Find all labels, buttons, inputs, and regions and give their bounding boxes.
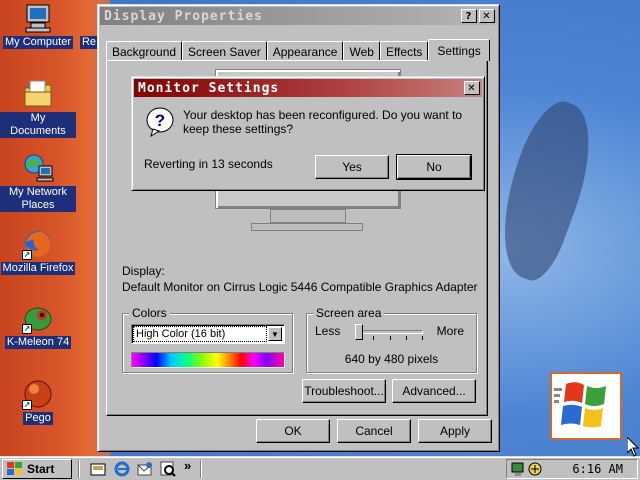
show-desktop-icon[interactable] bbox=[90, 461, 106, 477]
tab-background[interactable]: Background bbox=[106, 41, 183, 61]
slider-ticks bbox=[357, 336, 423, 340]
display-adapter-value: Default Monitor on Cirrus Logic 5446 Com… bbox=[122, 280, 478, 294]
countdown-text: Reverting in 13 seconds bbox=[144, 157, 273, 171]
screen-area-legend: Screen area bbox=[313, 306, 385, 320]
taskbar-separator bbox=[200, 460, 202, 478]
desktop-icon-label: Pego bbox=[23, 412, 53, 425]
question-icon: ? bbox=[145, 107, 175, 138]
k-meleon-icon: ↗ bbox=[22, 302, 54, 334]
my-computer-icon bbox=[22, 2, 54, 34]
dropdown-arrow-icon[interactable]: ▼ bbox=[268, 327, 282, 341]
question-glyph: ? bbox=[155, 111, 165, 130]
system-tray: 6:16 AM bbox=[506, 459, 638, 479]
search-icon[interactable] bbox=[160, 461, 176, 477]
network-tray-icon[interactable] bbox=[527, 461, 543, 477]
shortcut-arrow-icon: ↗ bbox=[22, 250, 32, 260]
colors-select[interactable]: High Color (16 bit) ▼ bbox=[131, 324, 285, 344]
screen-area-slider-thumb[interactable] bbox=[355, 324, 363, 340]
no-button[interactable]: No bbox=[396, 154, 472, 180]
screen-area-groupbox: Screen area Less More 640 by 480 pixels bbox=[306, 306, 477, 373]
troubleshoot-button[interactable]: Troubleshoot... bbox=[302, 379, 386, 403]
close-button[interactable]: ✕ bbox=[464, 81, 480, 95]
display-tray-icon[interactable] bbox=[511, 461, 527, 477]
network-places-icon bbox=[22, 152, 54, 184]
tab-screen-saver[interactable]: Screen Saver bbox=[182, 41, 267, 61]
dialog-message: Your desktop has been reconfigured. Do y… bbox=[183, 108, 463, 136]
screen-area-less-label: Less bbox=[315, 324, 341, 338]
desktop-icon-k-meleon[interactable]: ↗ K-Meleon 74 bbox=[0, 302, 76, 349]
yes-button[interactable]: Yes bbox=[315, 155, 389, 179]
taskbar-separator bbox=[78, 460, 80, 478]
outlook-express-icon[interactable] bbox=[137, 461, 153, 477]
screen-area-value: 640 by 480 pixels bbox=[344, 352, 439, 366]
desktop-icon-firefox[interactable]: ↗ Mozilla Firefox bbox=[0, 228, 76, 275]
desktop-icon-label: My Documents bbox=[0, 112, 76, 138]
colors-groupbox: Colors High Color (16 bit) ▼ bbox=[122, 306, 293, 373]
windows-flag-icon bbox=[7, 462, 22, 475]
desktop-icon-label: My Network Places bbox=[0, 186, 76, 212]
my-documents-icon bbox=[22, 78, 54, 110]
firefox-icon: ↗ bbox=[22, 228, 54, 260]
windows-logo-icon bbox=[554, 382, 606, 428]
desktop-icon-my-documents[interactable]: My Documents bbox=[0, 78, 76, 138]
dialog-title: Monitor Settings bbox=[138, 80, 280, 96]
start-button[interactable]: Start bbox=[2, 459, 72, 479]
tab-effects[interactable]: Effects bbox=[379, 41, 429, 61]
display-label: Display: bbox=[122, 264, 165, 278]
pego-icon: ↗ bbox=[22, 378, 54, 410]
mouse-pointer-icon bbox=[626, 435, 640, 457]
monitor-settings-titlebar[interactable]: Monitor Settings ✕ bbox=[134, 79, 482, 97]
help-button[interactable]: ? bbox=[461, 9, 477, 23]
display-properties-titlebar[interactable]: Display Properties ? ✕ bbox=[100, 7, 497, 25]
cancel-button[interactable]: Cancel bbox=[337, 419, 411, 443]
tab-appearance[interactable]: Appearance bbox=[266, 41, 344, 61]
close-button[interactable]: ✕ bbox=[479, 9, 495, 23]
window-title: Display Properties bbox=[104, 8, 263, 24]
desktop-icon-label: Mozilla Firefox bbox=[0, 262, 76, 275]
desktop-icon-pego[interactable]: ↗ Pego bbox=[0, 378, 76, 425]
desktop-icon-network-places[interactable]: My Network Places bbox=[0, 152, 76, 212]
ok-button[interactable]: OK bbox=[256, 419, 330, 443]
colors-select-value: High Color (16 bit) bbox=[133, 326, 267, 342]
internet-explorer-icon[interactable] bbox=[114, 461, 130, 477]
colors-legend: Colors bbox=[129, 306, 170, 320]
shortcut-arrow-icon: ↗ bbox=[22, 400, 32, 410]
monitor-settings-dialog: Monitor Settings ✕ ? Your desktop has be… bbox=[131, 76, 485, 191]
screen-area-more-label: More bbox=[436, 324, 464, 338]
display-properties-window: Display Properties ? ✕ Background Screen… bbox=[97, 4, 500, 452]
screen-area-slider-track[interactable] bbox=[357, 330, 423, 334]
tab-settings[interactable]: Settings bbox=[428, 39, 490, 61]
tab-strip: Background Screen Saver Appearance Web E… bbox=[106, 39, 490, 61]
desktop-icon-label: K-Meleon 74 bbox=[4, 336, 72, 349]
monitor-base bbox=[251, 223, 363, 231]
quicklaunch-overflow-icon[interactable]: » bbox=[184, 458, 191, 473]
shortcut-arrow-icon: ↗ bbox=[22, 324, 32, 334]
advanced-button[interactable]: Advanced... bbox=[392, 379, 476, 403]
apply-button[interactable]: Apply bbox=[418, 419, 492, 443]
windows-logo-tile bbox=[550, 372, 622, 440]
desktop-icon-label: My Computer bbox=[2, 36, 74, 49]
desktop-icon-label: Re bbox=[79, 36, 99, 49]
monitor-stand bbox=[270, 209, 346, 223]
tab-web[interactable]: Web bbox=[343, 41, 380, 61]
clock[interactable]: 6:16 AM bbox=[572, 462, 623, 476]
color-spectrum-bar bbox=[131, 352, 285, 368]
desktop-icon-my-computer[interactable]: My Computer bbox=[0, 2, 76, 49]
taskbar: Start » 6:16 AM bbox=[0, 456, 640, 480]
start-label: Start bbox=[27, 462, 55, 476]
